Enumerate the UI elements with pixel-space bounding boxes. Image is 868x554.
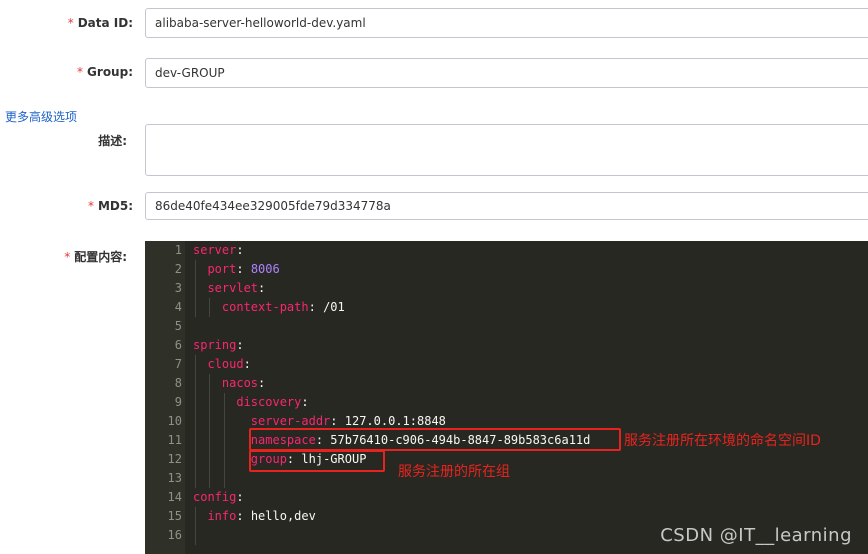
group-label: * Group: (77, 65, 133, 79)
code-line: 3 servlet: (145, 279, 868, 298)
indent-guide (223, 393, 225, 488)
indent-guide (209, 298, 211, 317)
line-number: 5 (174, 319, 182, 333)
group-highlight-box (249, 450, 385, 472)
line-number: 12 (167, 452, 182, 466)
line-number: 14 (167, 490, 182, 504)
code-line: 8 nacos: (145, 374, 868, 393)
required-mark: * (77, 65, 84, 79)
line-number: 9 (174, 395, 182, 409)
indent-guide (195, 355, 196, 488)
line-number: 15 (167, 509, 182, 523)
namespace-annotation: 服务注册所在环境的命名空间ID (624, 433, 821, 449)
code-line: 2 port: 8006 (145, 260, 868, 279)
code-line: 5 (145, 317, 868, 336)
line-number: 4 (174, 300, 182, 314)
line-number: 8 (174, 376, 182, 390)
line-number: 13 (167, 471, 182, 485)
code-line: 7 cloud: (145, 355, 868, 374)
code-text: servlet: (207, 281, 266, 295)
data-id-value: alibaba-server-helloworld-dev.yaml (155, 16, 366, 30)
md5-label: * MD5: (87, 199, 133, 213)
code-text: spring: (193, 338, 244, 352)
md5-field[interactable]: 86de40fe434ee329005fde79d334778a (145, 192, 868, 220)
code-text: cloud: (207, 357, 251, 371)
code-line: 6 spring: (145, 336, 868, 355)
code-text: nacos: (221, 376, 266, 390)
line-number: 3 (174, 281, 182, 295)
watermark: CSDN @IT__learning (660, 525, 852, 546)
code-text: config: (193, 490, 244, 504)
line-number: 16 (167, 528, 182, 542)
code-line: 9 discovery: (145, 393, 868, 412)
line-number: 1 (174, 243, 182, 257)
namespace-highlight-box (249, 428, 621, 451)
code-line: 14 config: (145, 488, 868, 507)
indent-guide (209, 374, 211, 488)
data-id-label: * Data ID: (67, 16, 133, 30)
group-field[interactable]: dev-GROUP (145, 58, 868, 88)
indent-guide (195, 260, 196, 317)
line-number: 11 (167, 433, 182, 447)
line-number: 2 (174, 262, 182, 276)
group-value: dev-GROUP (155, 66, 225, 80)
required-mark: * (87, 199, 94, 213)
md5-value: 86de40fe434ee329005fde79d334778a (155, 199, 391, 213)
required-mark: * (67, 16, 74, 30)
description-label: 描述: (98, 134, 127, 148)
line-number: 10 (167, 414, 182, 428)
required-mark: * (64, 250, 71, 264)
data-id-field[interactable]: alibaba-server-helloworld-dev.yaml (145, 8, 868, 38)
code-line: 15 info: hello,dev (145, 507, 868, 526)
more-advanced-options-link[interactable]: 更多高级选项 (5, 108, 77, 125)
description-textarea[interactable] (145, 124, 868, 176)
code-line: 4 context-path: /01 (145, 298, 868, 317)
code-line: 1 server: (145, 241, 868, 260)
indent-guide (195, 507, 196, 545)
code-text: info: hello,dev (207, 509, 316, 523)
code-text: port: 8006 (207, 262, 280, 276)
code-editor[interactable]: 1 server: 2 port: 8006 3 servlet: 4 context-… (145, 241, 868, 554)
code-text: context-path: /01 (221, 300, 345, 314)
line-number: 6 (174, 338, 182, 352)
group-annotation: 服务注册的所在组 (398, 464, 510, 480)
content-label: * 配置内容: (64, 250, 127, 264)
code-text: server: (193, 243, 244, 257)
line-number: 7 (174, 357, 182, 371)
